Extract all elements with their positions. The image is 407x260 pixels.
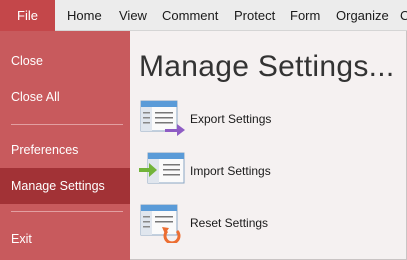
import-settings-button[interactable]: Import Settings	[139, 151, 339, 191]
export-settings-icon	[140, 100, 185, 136]
sidebar-item-manage-settings[interactable]: Manage Settings	[0, 168, 130, 204]
menu-comment[interactable]: Comment	[162, 0, 218, 31]
reset-settings-button[interactable]: Reset Settings	[139, 203, 339, 243]
export-settings-button[interactable]: Export Settings	[139, 99, 339, 139]
page-title: Manage Settings...	[139, 50, 395, 83]
reset-settings-label: Reset Settings	[190, 216, 269, 230]
sidebar-item-close-all[interactable]: Close All	[0, 79, 130, 115]
import-settings-label: Import Settings	[190, 164, 271, 178]
sidebar-item-close[interactable]: Close	[0, 43, 130, 79]
file-tab[interactable]: File	[0, 0, 55, 31]
sidebar-divider	[11, 124, 123, 125]
reset-settings-icon	[140, 204, 181, 243]
import-settings-icon	[139, 152, 185, 184]
menu-form[interactable]: Form	[290, 0, 320, 31]
sidebar-divider	[11, 211, 123, 212]
menu-overflow[interactable]: C	[400, 0, 407, 31]
menu-view[interactable]: View	[119, 0, 147, 31]
ribbon-menu-bar: File Home View Comment Protect Form Orga…	[0, 0, 407, 31]
menu-home[interactable]: Home	[67, 0, 102, 31]
sidebar-item-preferences[interactable]: Preferences	[0, 132, 130, 168]
export-settings-label: Export Settings	[190, 112, 272, 126]
menu-protect[interactable]: Protect	[234, 0, 275, 31]
menu-organize[interactable]: Organize	[336, 0, 389, 31]
sidebar-item-exit[interactable]: Exit	[0, 221, 130, 257]
backstage-sidebar: Close Close All Preferences Manage Setti…	[0, 31, 130, 260]
